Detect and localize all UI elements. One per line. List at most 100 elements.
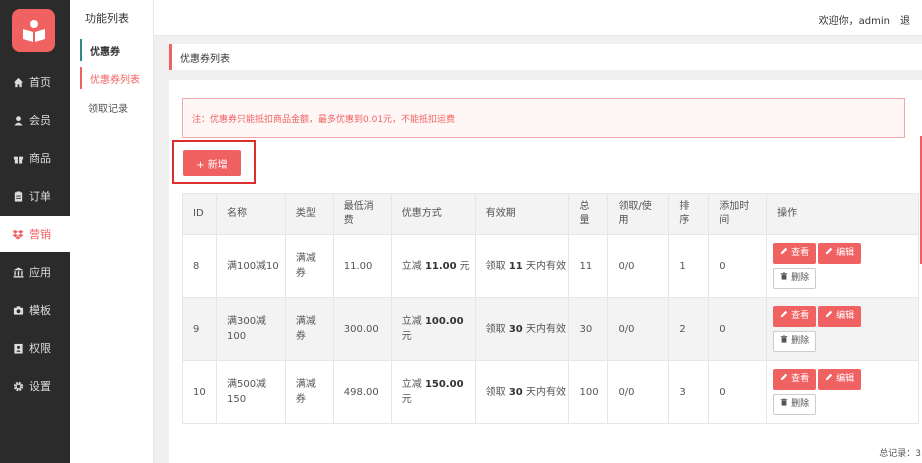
pencil-icon (780, 246, 788, 261)
edit-label: 编辑 (836, 311, 855, 321)
discount-value: 100.00 (424, 316, 464, 327)
discount-value: 150.00 (424, 379, 464, 390)
view-label: 查看 (791, 248, 810, 258)
edit-button[interactable]: 编辑 (818, 243, 862, 264)
cell-actions: 查看 编辑 删除 (766, 360, 919, 424)
edit-label: 编辑 (836, 374, 855, 384)
delete-button[interactable]: 删除 (773, 331, 817, 352)
pencil-icon (780, 309, 788, 324)
pencil-icon (825, 372, 833, 387)
content-panel: 注：优惠券只能抵扣商品金额，最多优惠到0.01元，不能抵扣运费 + 新增 ID 名… (169, 80, 922, 463)
cell-min-spend: 300.00 (332, 297, 392, 361)
cell-type: 满减 券 (284, 234, 334, 298)
total-records: 总记录：3 (879, 449, 921, 459)
trash-icon (780, 271, 788, 286)
cell-claimed-used: 0/0 (607, 297, 670, 361)
camera-icon (12, 304, 24, 316)
table-row: 10 满500减 150 满减 券 498.00 立减 150.00 元领取 30 天内… (182, 360, 919, 424)
view-button[interactable]: 查看 (773, 243, 817, 264)
nav-item-2[interactable]: 商品 (0, 140, 70, 176)
welcome-text: 欢迎你，admin 退 (819, 12, 910, 27)
nav-item-label: 订单 (29, 190, 51, 203)
table-header-cell: 领取/使 用 (607, 193, 670, 235)
cell-sort: 1 (668, 234, 710, 298)
cell-name: 满100减10 (215, 234, 286, 298)
nav-item-0[interactable]: 首页 (0, 64, 70, 100)
cell-discount: 立减 11.00 元 (390, 234, 476, 298)
table-header-cell: 最低消 费 (332, 193, 392, 235)
main-nav: 首页会员商品订单营销 应用模板权限设置 (0, 0, 70, 463)
cell-validity: 领取 30 天内有效 (474, 297, 570, 361)
app-logo[interactable] (12, 9, 55, 52)
view-button[interactable]: 查看 (773, 306, 817, 327)
book-icon (22, 19, 45, 42)
page-title: 优惠券列表 (169, 44, 922, 70)
nav-item-label: 会员 (29, 114, 51, 127)
subnav-item-claim-records[interactable]: 领取记录 (80, 96, 144, 118)
user-icon (12, 114, 24, 126)
cell-total: 11 (568, 234, 609, 298)
nav-item-8[interactable]: 设置 (0, 368, 70, 404)
table-header-cell: 总 量 (568, 193, 609, 235)
discount-prefix: 立减 (401, 316, 425, 327)
cell-total: 30 (568, 297, 609, 361)
nav-item-7[interactable]: 权限 (0, 330, 70, 366)
cell-name: 满300减 100 (215, 297, 286, 361)
cell-added-time: 0 (708, 360, 768, 424)
cell-claimed-used: 0/0 (607, 360, 670, 424)
subnav-title: 功能列表 (85, 12, 129, 25)
nav-item-5[interactable]: 应用 (0, 254, 70, 290)
subnav-item-coupon-list[interactable]: 优惠券列表 (80, 67, 144, 89)
logout-link[interactable]: 退 (900, 16, 910, 27)
table-header-cell: 优惠方式 (390, 193, 476, 235)
subnav-section-coupon[interactable]: 优惠券 (80, 39, 144, 61)
table-row: 8 满100减10 满减 券 11.00 立减 11.00 元领取 11 天内有效 11 0… (182, 234, 919, 298)
cell-sort: 3 (668, 360, 710, 424)
dropbox-icon (12, 228, 24, 240)
discount-suffix: 元 (401, 394, 412, 405)
validity-suffix: 天内有效 (522, 260, 566, 272)
add-coupon-button[interactable]: + 新增 (183, 150, 241, 176)
cell-actions: 查看 编辑 删除 (766, 297, 919, 361)
main-content: 优惠券列表 注：优惠券只能抵扣商品金额，最多优惠到0.01元，不能抵扣运费 + … (154, 36, 922, 463)
trash-icon (780, 334, 788, 349)
table-row: 9 满300减 100 满减 券 300.00 立减 100.00 元领取 30 天内有… (182, 297, 919, 361)
discount-prefix: 立减 (401, 379, 425, 390)
nav-item-6[interactable]: 模板 (0, 292, 70, 328)
cell-type: 满减 券 (284, 360, 334, 424)
view-label: 查看 (791, 311, 810, 321)
edit-label: 编辑 (836, 248, 855, 258)
pencil-icon (825, 309, 833, 324)
edit-button[interactable]: 编辑 (818, 306, 862, 327)
delete-button[interactable]: 删除 (773, 394, 817, 415)
validity-suffix: 天内有效 (522, 323, 566, 335)
nav-item-3[interactable]: 订单 (0, 178, 70, 214)
delete-button[interactable]: 删除 (773, 268, 817, 289)
cell-id: 9 (182, 297, 217, 361)
table-header-cell: 排 序 (668, 193, 710, 235)
gift-icon (12, 152, 24, 164)
delete-label: 删除 (791, 273, 810, 283)
nav-item-4[interactable]: 营销 (0, 216, 70, 252)
nav-item-label: 首页 (29, 76, 51, 89)
welcome-user[interactable]: 欢迎你，admin (819, 16, 890, 27)
validity-prefix: 领取 (485, 260, 509, 272)
nav-item-1[interactable]: 会员 (0, 102, 70, 138)
table-header-cell: 有效期 (474, 193, 570, 235)
cell-claimed-used: 0/0 (607, 234, 670, 298)
nav-item-label: 设置 (29, 380, 51, 393)
cell-added-time: 0 (708, 234, 768, 298)
nav-item-label: 模板 (29, 304, 51, 317)
validity-prefix: 领取 (485, 386, 509, 398)
cell-type: 满减 券 (284, 297, 334, 361)
cell-total: 100 (568, 360, 609, 424)
cell-name: 满500减 150 (215, 360, 286, 424)
nav-item-label: 权限 (29, 342, 51, 355)
validity-prefix: 领取 (485, 323, 509, 335)
delete-label: 删除 (791, 336, 810, 346)
view-button[interactable]: 查看 (773, 369, 817, 390)
view-label: 查看 (791, 374, 810, 384)
edit-button[interactable]: 编辑 (818, 369, 862, 390)
add-button-highlight: + 新增 (172, 140, 256, 184)
bank-icon (12, 266, 24, 278)
